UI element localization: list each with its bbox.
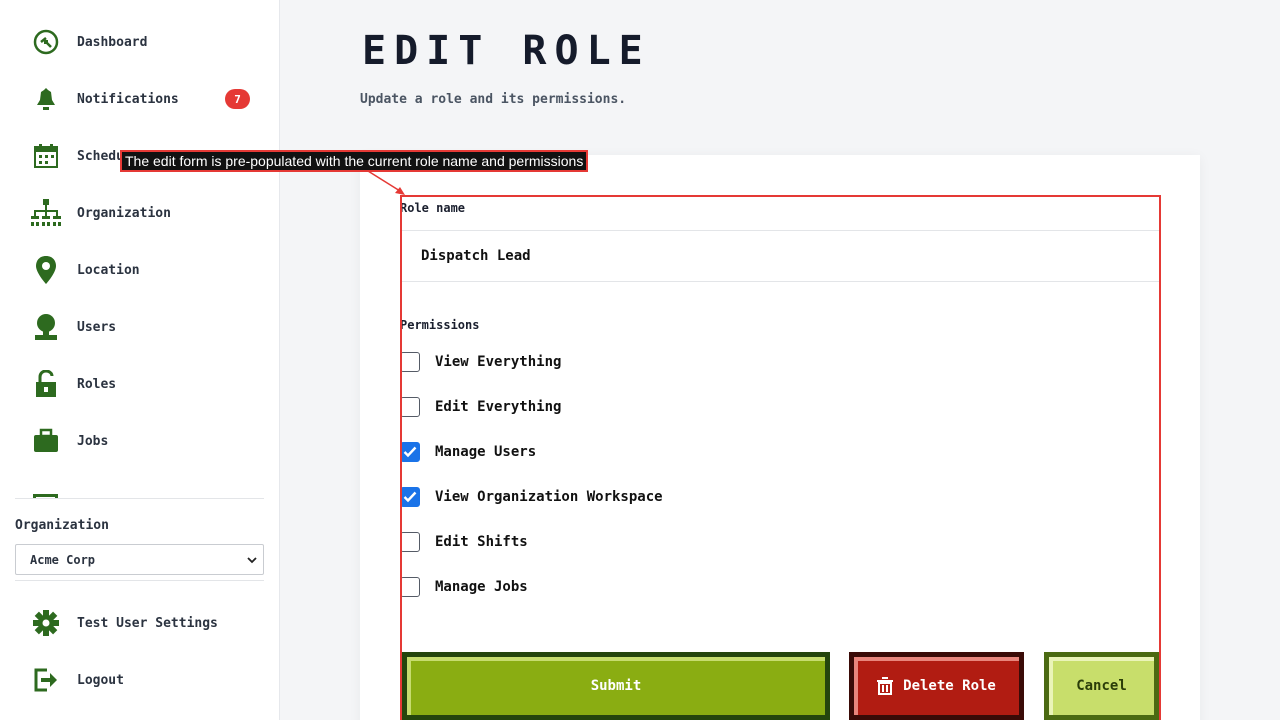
delete-role-button[interactable]: Delete Role	[849, 652, 1024, 720]
page-subtitle: Update a role and its permissions.	[360, 92, 627, 107]
sidebar-item-label: Dashboard	[77, 34, 148, 50]
check-icon	[403, 446, 417, 458]
sidebar-item-notifications[interactable]: Notifications 7	[30, 84, 250, 114]
lock-icon	[30, 369, 62, 399]
user-icon	[30, 312, 62, 342]
sidebar-item-label: Users	[77, 319, 117, 335]
page-title: EDIT ROLE	[362, 28, 651, 74]
permission-label: View Organization Workspace	[435, 489, 663, 505]
checkbox[interactable]	[400, 487, 420, 507]
sidebar-item-label: Logout	[77, 672, 124, 688]
chevron-down-icon	[247, 554, 257, 568]
cancel-button-label: Cancel	[1076, 678, 1127, 694]
sidebar-item-location[interactable]: Location	[30, 255, 250, 285]
sidebar-item-settings[interactable]: Test User Settings	[30, 608, 250, 638]
location-pin-icon	[30, 255, 62, 285]
sidebar-divider	[15, 498, 264, 499]
checkbox[interactable]	[400, 352, 420, 372]
sidebar-item-dashboard[interactable]: Dashboard	[30, 27, 250, 57]
sidebar-item-label: Test User Settings	[77, 615, 218, 631]
bell-icon	[30, 84, 62, 114]
permission-edit-everything[interactable]: Edit Everything	[400, 396, 561, 418]
permission-manage-users[interactable]: Manage Users	[400, 441, 536, 463]
sidebar-item-label: Location	[77, 262, 140, 278]
role-name-label: Role name	[400, 201, 466, 215]
permission-manage-jobs[interactable]: Manage Jobs	[400, 576, 528, 598]
organization-select[interactable]: Acme Corp	[15, 544, 264, 575]
notification-count-badge: 7	[225, 89, 250, 109]
checkbox[interactable]	[400, 397, 420, 417]
scroll-overflow-icon	[33, 489, 58, 498]
gear-icon	[30, 608, 62, 638]
checkbox[interactable]	[400, 577, 420, 597]
sidebar-item-organization[interactable]: Organization	[30, 198, 250, 228]
calendar-icon	[30, 141, 62, 171]
permission-view-everything[interactable]: View Everything	[400, 351, 561, 373]
sidebar-item-roles[interactable]: Roles	[30, 369, 250, 399]
permission-label: Edit Shifts	[435, 534, 528, 550]
organization-select-value: Acme Corp	[30, 552, 96, 567]
sidebar-item-users[interactable]: Users	[30, 312, 250, 342]
permission-label: View Everything	[435, 354, 562, 370]
org-chart-icon	[30, 198, 62, 228]
delete-role-button-label: Delete Role	[903, 678, 996, 694]
permission-label: Manage Jobs	[435, 579, 528, 595]
sidebar-item-label: Roles	[77, 376, 117, 392]
role-name-input[interactable]: Dispatch Lead	[400, 230, 1160, 282]
annotation-tooltip: The edit form is pre-populated with the …	[120, 150, 589, 172]
trash-icon	[877, 677, 894, 695]
submit-button[interactable]: Submit	[402, 652, 830, 720]
checkbox[interactable]	[400, 532, 420, 552]
dashboard-icon	[30, 27, 62, 57]
sidebar-item-label: Notifications	[77, 91, 179, 107]
logout-icon	[30, 665, 62, 695]
permissions-label: Permissions	[400, 318, 480, 332]
sidebar: Dashboard Notifications 7 Schedule Organ…	[0, 0, 280, 720]
sidebar-divider	[15, 580, 264, 581]
permission-view-organization-workspace[interactable]: View Organization Workspace	[400, 486, 663, 508]
sidebar-item-jobs[interactable]: Jobs	[30, 426, 250, 456]
permission-edit-shifts[interactable]: Edit Shifts	[400, 531, 528, 553]
organization-select-label: Organization	[15, 518, 109, 533]
briefcase-icon	[30, 426, 62, 456]
checkbox[interactable]	[400, 442, 420, 462]
sidebar-item-label: Organization	[77, 205, 171, 221]
check-icon	[403, 491, 417, 503]
sidebar-item-label: Jobs	[77, 433, 109, 449]
submit-button-label: Submit	[590, 678, 642, 694]
permission-label: Manage Users	[435, 444, 537, 460]
sidebar-item-logout[interactable]: Logout	[30, 665, 250, 695]
cancel-button[interactable]: Cancel	[1044, 652, 1159, 720]
permission-label: Edit Everything	[435, 399, 562, 415]
